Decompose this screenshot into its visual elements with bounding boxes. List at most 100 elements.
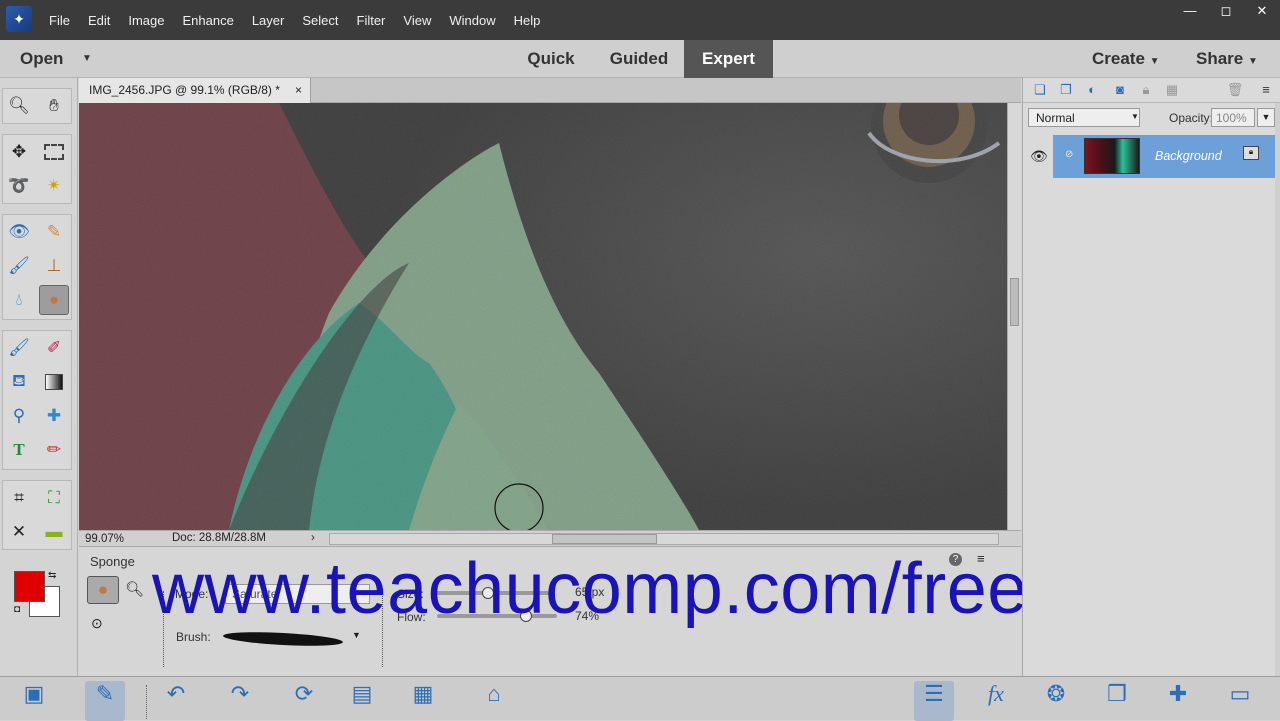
dodge-option-icon[interactable]: 🔍︎ (125, 580, 144, 598)
menu-enhance[interactable]: Enhance (174, 13, 243, 28)
foreground-color-swatch[interactable] (14, 571, 45, 602)
open-dropdown-icon[interactable]: ▼ (82, 53, 92, 64)
new-layer-icon[interactable]: ❏ (1031, 82, 1049, 98)
brush-preview[interactable] (222, 629, 344, 649)
straighten-tool-icon[interactable]: ▬ (39, 517, 69, 547)
menu-list: File Edit Image Enhance Layer Select Fil… (40, 0, 549, 40)
share-button[interactable]: Share ▼ (1196, 49, 1258, 69)
opacity-dropdown-icon[interactable]: ▼ (1257, 108, 1275, 127)
rotate-icon: ⟳ (294, 681, 314, 706)
more-icon: ▭ (1229, 681, 1251, 706)
blend-mode-select[interactable]: Normal (1028, 108, 1140, 127)
menu-edit[interactable]: Edit (79, 13, 119, 28)
home-screen-button[interactable]: ⌂ (474, 681, 514, 721)
styles-button[interactable]: ❒ (1097, 681, 1137, 721)
undo-button[interactable]: ↶ (156, 681, 196, 721)
filters-button[interactable]: ❂ (1036, 681, 1076, 721)
marquee-tool-icon[interactable] (39, 137, 69, 167)
chevron-down-icon[interactable]: ▼ (352, 630, 361, 640)
pencil-tool-icon[interactable]: ✏︎ (39, 435, 69, 465)
brush-tool-icon[interactable]: 🖌︎ (4, 333, 34, 363)
tab-quick[interactable]: Quick (512, 40, 590, 78)
tab-guided[interactable]: Guided (596, 40, 682, 78)
swap-colors-icon[interactable]: ⇆ (48, 570, 56, 581)
document-tab-bar: IMG_2456.JPG @ 99.1% (RGB/8) * × (79, 78, 1021, 103)
horizontal-scroll-thumb[interactable] (552, 534, 657, 544)
menu-filter[interactable]: Filter (348, 13, 395, 28)
tab-expert[interactable]: Expert (684, 40, 773, 78)
adjustment-layer-icon[interactable]: ◐ (1083, 82, 1101, 98)
recompose-tool-icon[interactable]: ⛶ (39, 483, 69, 513)
status-menu-arrow-icon[interactable]: › (311, 532, 315, 544)
app-logo-icon: ✦ (6, 6, 32, 32)
red-eye-tool-icon[interactable]: 👁︎ (4, 217, 34, 247)
redo-button[interactable]: ↷ (220, 681, 260, 721)
menu-view[interactable]: View (394, 13, 440, 28)
delete-layer-icon[interactable]: 🗑︎ (1226, 82, 1244, 98)
layer-thumbnail (1084, 138, 1140, 174)
layers-panel: ❏ ❐ ◐ ◙ 🔒︎ ▦ 🗑︎ ≡ Normal ▼ Opacity: 100%… (1022, 78, 1280, 676)
paint-bucket-tool-icon[interactable]: ⛾ (4, 367, 34, 397)
document-tab[interactable]: IMG_2456.JPG @ 99.1% (RGB/8) * × (79, 78, 311, 103)
sponge-option-icon[interactable]: ● (87, 576, 119, 604)
maximize-button[interactable]: ◻ (1208, 0, 1244, 22)
layer-name[interactable]: Background (1155, 149, 1222, 163)
vertical-scrollbar[interactable] (1007, 103, 1021, 530)
healing-brush-tool-icon[interactable]: ✎ (39, 217, 69, 247)
custom-shape-tool-icon[interactable]: ✚ (39, 401, 69, 431)
close-window-button[interactable]: ✕ (1244, 0, 1280, 22)
close-icon[interactable]: × (295, 78, 302, 102)
blur-tool-icon[interactable]: 💧︎ (4, 285, 34, 315)
content-aware-move-tool-icon[interactable]: ✕ (4, 517, 34, 547)
minimize-button[interactable]: — (1172, 0, 1208, 22)
visibility-eye-icon[interactable]: 👁︎ (1030, 148, 1048, 165)
lasso-tool-icon[interactable]: ➰ (4, 171, 34, 201)
effects-button[interactable]: fx (976, 681, 1016, 721)
redo-icon: ↷ (230, 681, 250, 706)
type-tool-icon[interactable]: T (4, 435, 34, 465)
magic-wand-tool-icon[interactable]: ✴ (39, 171, 69, 201)
lock-transparency-icon[interactable]: ▦ (1163, 82, 1181, 98)
opacity-input[interactable]: 100% (1211, 108, 1255, 127)
menu-file[interactable]: File (40, 13, 79, 28)
menu-layer[interactable]: Layer (243, 13, 294, 28)
tool-options-button[interactable]: ✎ (85, 681, 125, 721)
panel-scrollbar[interactable] (1275, 103, 1280, 676)
graphics-button[interactable]: ✚ (1158, 681, 1198, 721)
gradient-tool-icon[interactable] (39, 367, 69, 397)
open-button[interactable]: Open (20, 49, 63, 69)
menu-image[interactable]: Image (119, 13, 173, 28)
menu-help[interactable]: Help (505, 13, 550, 28)
organizer-button[interactable]: ▦ (403, 681, 443, 721)
move-tool-icon[interactable]: ✥ (4, 137, 34, 167)
lock-all-icon[interactable]: 🔒︎ (1137, 82, 1155, 98)
layout-button[interactable]: ▤ (342, 681, 382, 721)
more-button[interactable]: ▭ (1220, 681, 1260, 721)
default-colors-icon[interactable]: ◘ (14, 604, 20, 615)
crop-tool-icon[interactable]: ⌗ (4, 483, 34, 513)
clone-stamp-tool-icon[interactable]: ⊥ (39, 251, 69, 281)
sponge-tool-icon[interactable]: ● (39, 285, 69, 315)
menu-window[interactable]: Window (440, 13, 504, 28)
image-canvas[interactable] (79, 103, 1007, 530)
layer-mask-icon[interactable]: ◙ (1111, 82, 1129, 98)
create-button[interactable]: Create ▼ (1092, 49, 1160, 69)
eraser-tool-icon[interactable]: ✐ (39, 333, 69, 363)
layers-button[interactable]: ☰ (914, 681, 954, 721)
burn-option-icon[interactable]: ⊙ (91, 615, 103, 632)
panel-menu-icon[interactable]: ≡ (1257, 82, 1275, 98)
horizontal-scrollbar[interactable] (329, 533, 999, 545)
rotate-button[interactable]: ⟳ (284, 681, 324, 721)
smart-brush-tool-icon[interactable]: 🖌︎ (4, 251, 34, 281)
zoom-level[interactable]: 99.07% (85, 533, 124, 545)
new-group-icon[interactable]: ❐ (1057, 82, 1075, 98)
hand-tool-icon[interactable]: ✋︎ (39, 91, 69, 121)
photo-bin-button[interactable]: ▣ (14, 681, 54, 721)
opacity-label: Opacity: (1169, 111, 1214, 125)
eyedropper-tool-icon[interactable]: ⚲ (4, 401, 34, 431)
menu-select[interactable]: Select (293, 13, 347, 28)
chevron-down-icon: ▼ (1149, 56, 1160, 67)
vertical-scroll-thumb[interactable] (1010, 278, 1019, 326)
zoom-tool-icon[interactable]: 🔍︎ (4, 91, 34, 121)
layer-row-background[interactable]: ⊘ Background 🔒︎ (1053, 135, 1275, 178)
